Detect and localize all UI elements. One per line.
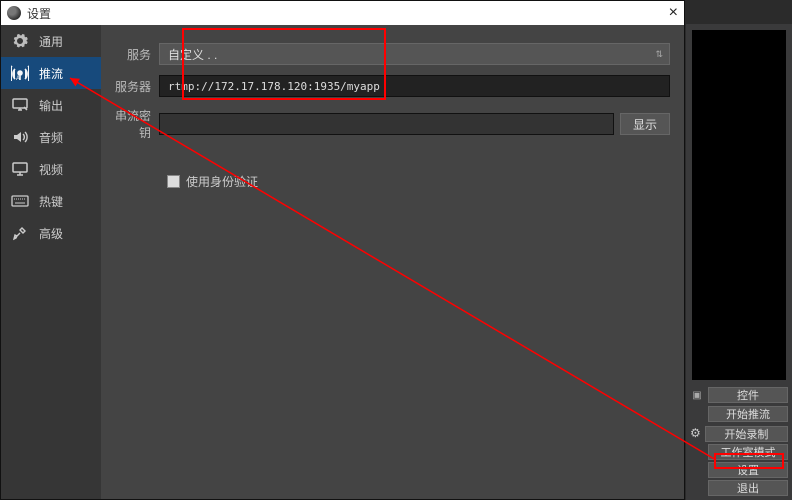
sidebar-item-stream[interactable]: A 推流: [1, 57, 101, 89]
stream-key-label: 串流密钥: [115, 107, 159, 141]
exit-button[interactable]: 退出: [708, 480, 788, 496]
display-icon: [11, 162, 29, 176]
start-record-button[interactable]: 开始录制: [705, 426, 788, 442]
keyboard-icon: [11, 195, 29, 207]
main-window-right: ▣ 控件 开始推流 ⚙ 开始录制 工作室模式 设置 退出: [686, 0, 792, 500]
right-top-bar: [686, 0, 792, 24]
sidebar-item-label: 高级: [39, 225, 63, 242]
sidebar-item-output[interactable]: 输出: [1, 89, 101, 121]
controls-dock: ▣ 控件 开始推流 ⚙ 开始录制 工作室模式 设置 退出: [690, 386, 788, 496]
sidebar-item-hotkeys[interactable]: 热键: [1, 185, 101, 217]
window-title: 设置: [27, 5, 51, 22]
auth-checkbox[interactable]: [167, 175, 180, 188]
controls-title: 控件: [708, 387, 788, 403]
main-panel: 服务 自定义 . . ⇅ 服务器 rtmp://172.17.178.120:1…: [101, 25, 684, 499]
sidebar-item-label: 视频: [39, 161, 63, 178]
start-stream-button[interactable]: 开始推流: [708, 406, 788, 422]
sidebar-item-label: 热键: [39, 193, 63, 210]
dock-icon[interactable]: ▣: [690, 390, 704, 401]
sidebar-item-label: 推流: [39, 65, 63, 82]
chevron-updown-icon: ⇅: [655, 49, 663, 60]
preview-area: [692, 30, 786, 380]
settings-button[interactable]: 设置: [708, 462, 788, 478]
server-input[interactable]: rtmp://172.17.178.120:1935/myapp: [159, 75, 670, 97]
sidebar-item-label: 通用: [39, 33, 63, 50]
sidebar-item-general[interactable]: 通用: [1, 25, 101, 57]
sidebar-item-video[interactable]: 视频: [1, 153, 101, 185]
speaker-icon: [11, 130, 29, 144]
tools-icon: [11, 225, 29, 241]
auth-checkbox-label: 使用身份验证: [186, 173, 258, 190]
sidebar-item-label: 音频: [39, 129, 63, 146]
close-icon[interactable]: ×: [669, 4, 678, 22]
service-select[interactable]: 自定义 . . ⇅: [159, 43, 670, 65]
sidebar-item-label: 输出: [39, 97, 63, 114]
svg-text:A: A: [16, 76, 20, 81]
sidebar-item-advanced[interactable]: 高级: [1, 217, 101, 249]
sidebar: 通用 A 推流 输出 音频: [1, 25, 101, 499]
sidebar-item-audio[interactable]: 音频: [1, 121, 101, 153]
gear-icon: [11, 33, 29, 49]
studio-mode-button[interactable]: 工作室模式: [708, 444, 788, 460]
stream-key-input[interactable]: [159, 113, 614, 135]
gear-small-icon[interactable]: ⚙: [690, 426, 701, 440]
app-icon: [7, 6, 21, 20]
broadcast-icon: A: [11, 65, 29, 81]
service-label: 服务: [115, 46, 159, 63]
monitor-icon: [11, 98, 29, 112]
server-label: 服务器: [115, 78, 159, 95]
titlebar: 设置 ×: [1, 1, 684, 25]
settings-window: 设置 × 通用 A 推流 输出: [0, 0, 685, 500]
show-button[interactable]: 显示: [620, 113, 670, 135]
